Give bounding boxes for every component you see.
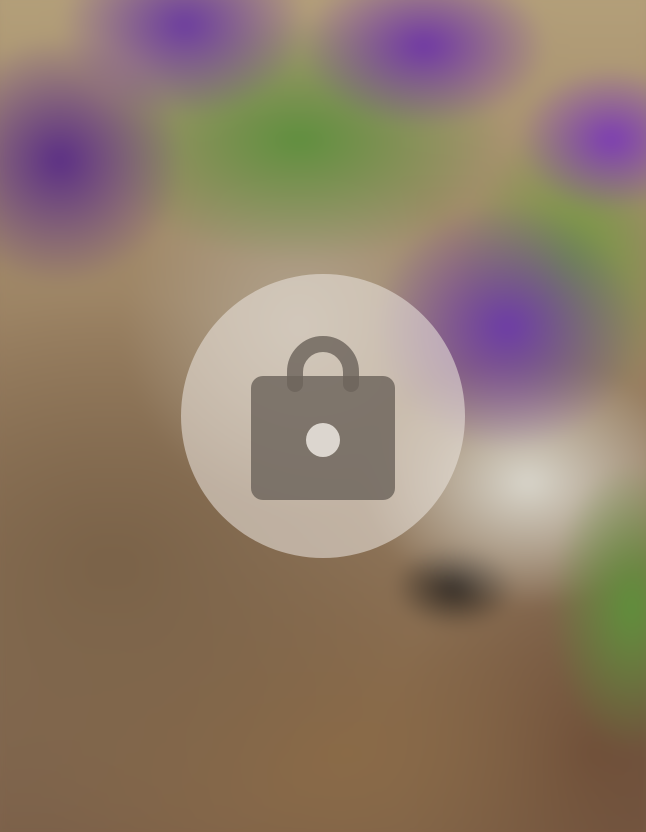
unlock-button[interactable] [181,274,465,558]
locked-content-screen [0,0,646,832]
lock-icon [251,336,395,500]
